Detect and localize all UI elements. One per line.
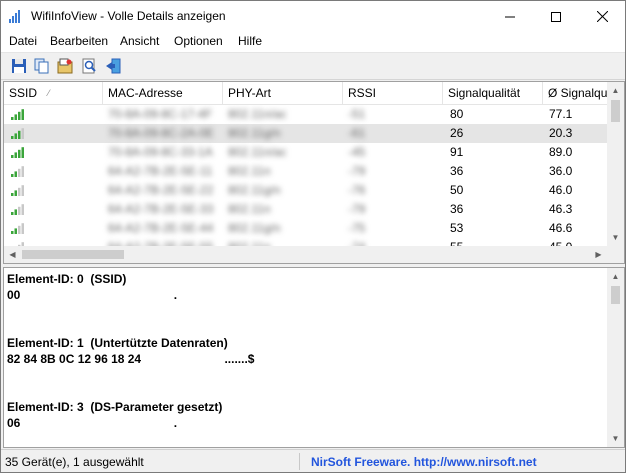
table-row[interactable]: 70-8A-09-8C-2A-0E 802.11g/n -61 26 20.3 [4, 124, 609, 143]
scroll-down-icon[interactable]: ▼ [607, 430, 624, 447]
cell-phy: 802.11n [228, 164, 271, 178]
details-vertical-scrollbar[interactable]: ▲ ▼ [607, 268, 624, 447]
cell-avg-quality: 36.0 [549, 164, 573, 178]
cell-avg-quality: 46.6 [549, 221, 573, 235]
column-header-avg-quality[interactable]: Ø Signalqu [543, 82, 613, 104]
cell-phy: 802.11n [228, 202, 271, 216]
cell-avg-quality: 46.0 [549, 183, 573, 197]
details-text: Element-ID: 0 (SSID) 00 . Element-ID: 1 … [7, 272, 255, 430]
status-count: 35 Gerät(e), 1 ausgewählt [5, 455, 144, 469]
wifi-app-icon [9, 9, 23, 23]
cell-phy: 802.11g/n [228, 126, 281, 140]
sort-arrow-icon: ⁄ [48, 88, 50, 98]
menu-hilfe[interactable]: Hilfe [238, 34, 262, 48]
find-icon[interactable] [80, 57, 98, 75]
cell-mac: 64-A2-7B-2E-5E-44 [108, 221, 214, 235]
signal-strength-icon [11, 185, 24, 196]
scroll-right-icon[interactable]: ▶ [590, 246, 607, 263]
list-header: SSID ⁄ MAC-Adresse PHY-Art RSSI Signalqu… [4, 82, 613, 105]
signal-strength-icon [11, 147, 24, 158]
menu-optionen[interactable]: Optionen [174, 34, 223, 48]
device-list[interactable]: SSID ⁄ MAC-Adresse PHY-Art RSSI Signalqu… [3, 81, 625, 264]
scroll-corner [607, 246, 624, 263]
app-window: WifiInfoView - Volle Details anzeigen Da… [0, 0, 626, 473]
signal-strength-icon [11, 109, 24, 120]
cell-avg-quality: 77.1 [549, 107, 573, 121]
exit-icon[interactable] [104, 57, 122, 75]
table-row[interactable]: 64-A2-7B-2E-5E-44 802.11g/n -75 53 46.6 [4, 219, 609, 238]
cell-rssi: -79 [348, 202, 366, 216]
cell-quality: 36 [450, 202, 464, 216]
cell-rssi: -45 [348, 145, 366, 159]
cell-rssi: -61 [348, 126, 366, 140]
column-header-mac[interactable]: MAC-Adresse [103, 82, 223, 104]
cell-rssi: -79 [348, 164, 366, 178]
cell-quality: 53 [450, 221, 464, 235]
maximize-button[interactable] [533, 1, 579, 32]
list-vertical-scrollbar[interactable]: ▲ ▼ [607, 82, 624, 246]
column-header-phy[interactable]: PHY-Art [223, 82, 343, 104]
cell-phy: 802.11n/ac [228, 145, 287, 159]
table-row[interactable]: 70-8A-09-8C-33-1A 802.11n/ac -45 91 89.0 [4, 143, 609, 162]
table-row[interactable]: 64-A2-7B-2E-5E-11 802.11n -79 36 36.0 [4, 162, 609, 181]
cell-quality: 36 [450, 164, 464, 178]
cell-mac: 70-8A-09-8C-17-4F [108, 107, 213, 121]
minimize-button[interactable] [487, 1, 533, 32]
cell-quality: 50 [450, 183, 464, 197]
signal-strength-icon [11, 223, 24, 234]
column-header-rssi[interactable]: RSSI [343, 82, 443, 104]
copy-icon[interactable] [33, 57, 51, 75]
cell-avg-quality: 20.3 [549, 126, 573, 140]
cell-avg-quality: 89.0 [549, 145, 573, 159]
column-header-ssid[interactable]: SSID ⁄ [4, 82, 103, 104]
column-header-quality[interactable]: Signalqualität [443, 82, 543, 104]
title-bar: WifiInfoView - Volle Details anzeigen [1, 1, 625, 32]
menu-bar: Datei Bearbeiten Ansicht Optionen Hilfe [1, 32, 625, 53]
scroll-down-icon[interactable]: ▼ [607, 229, 624, 246]
nirsoft-link[interactable]: NirSoft Freeware. http://www.nirsoft.net [311, 455, 537, 469]
cell-mac: 70-8A-09-8C-2A-0E [108, 126, 215, 140]
cell-avg-quality: 46.3 [549, 202, 573, 216]
scroll-up-icon[interactable]: ▲ [607, 82, 624, 99]
menu-ansicht[interactable]: Ansicht [120, 34, 159, 48]
scroll-thumb[interactable] [611, 286, 620, 304]
cell-mac: 64-A2-7B-2E-5E-22 [108, 183, 214, 197]
close-button[interactable] [579, 1, 625, 32]
signal-strength-icon [11, 204, 24, 215]
list-horizontal-scrollbar[interactable]: ◀ ▶ [4, 246, 607, 263]
cell-quality: 26 [450, 126, 464, 140]
cell-rssi: -75 [348, 221, 366, 235]
cell-phy: 802.11g/n [228, 221, 281, 235]
scroll-left-icon[interactable]: ◀ [4, 246, 21, 263]
cell-rssi: -51 [348, 107, 366, 121]
signal-strength-icon [11, 166, 24, 177]
cell-phy: 802.11g/n [228, 183, 281, 197]
details-pane[interactable]: Element-ID: 0 (SSID) 00 . Element-ID: 1 … [3, 267, 625, 448]
scroll-thumb[interactable] [611, 100, 620, 122]
window-title: WifiInfoView - Volle Details anzeigen [31, 9, 226, 23]
save-icon[interactable] [10, 57, 28, 75]
menu-datei[interactable]: Datei [9, 34, 37, 48]
table-row[interactable]: 64-A2-7B-2E-5E-22 802.11g/n -76 50 46.0 [4, 181, 609, 200]
menu-bearbeiten[interactable]: Bearbeiten [50, 34, 108, 48]
table-row[interactable]: 70-8A-09-8C-17-4F 802.11n/ac -51 80 77.1 [4, 105, 609, 124]
cell-mac: 64-A2-7B-2E-5E-11 [108, 164, 213, 178]
cell-quality: 80 [450, 107, 464, 121]
status-separator [299, 453, 300, 470]
properties-icon[interactable] [56, 57, 74, 75]
cell-rssi: -76 [348, 183, 366, 197]
cell-mac: 64-A2-7B-2E-5E-33 [108, 202, 214, 216]
scroll-thumb-horizontal[interactable] [22, 250, 124, 259]
column-label: SSID [9, 86, 38, 100]
list-rows: 70-8A-09-8C-17-4F 802.11n/ac -51 80 77.1 70-8… [4, 105, 609, 247]
signal-strength-icon [11, 128, 24, 139]
cell-quality: 91 [450, 145, 464, 159]
toolbar [1, 53, 625, 80]
cell-phy: 802.11n/ac [228, 107, 287, 121]
status-bar: 35 Gerät(e), 1 ausgewählt NirSoft Freewa… [1, 449, 625, 472]
scroll-up-icon[interactable]: ▲ [607, 268, 624, 285]
cell-mac: 70-8A-09-8C-33-1A [108, 145, 213, 159]
table-row[interactable]: 64-A2-7B-2E-5E-33 802.11n -79 36 46.3 [4, 200, 609, 219]
